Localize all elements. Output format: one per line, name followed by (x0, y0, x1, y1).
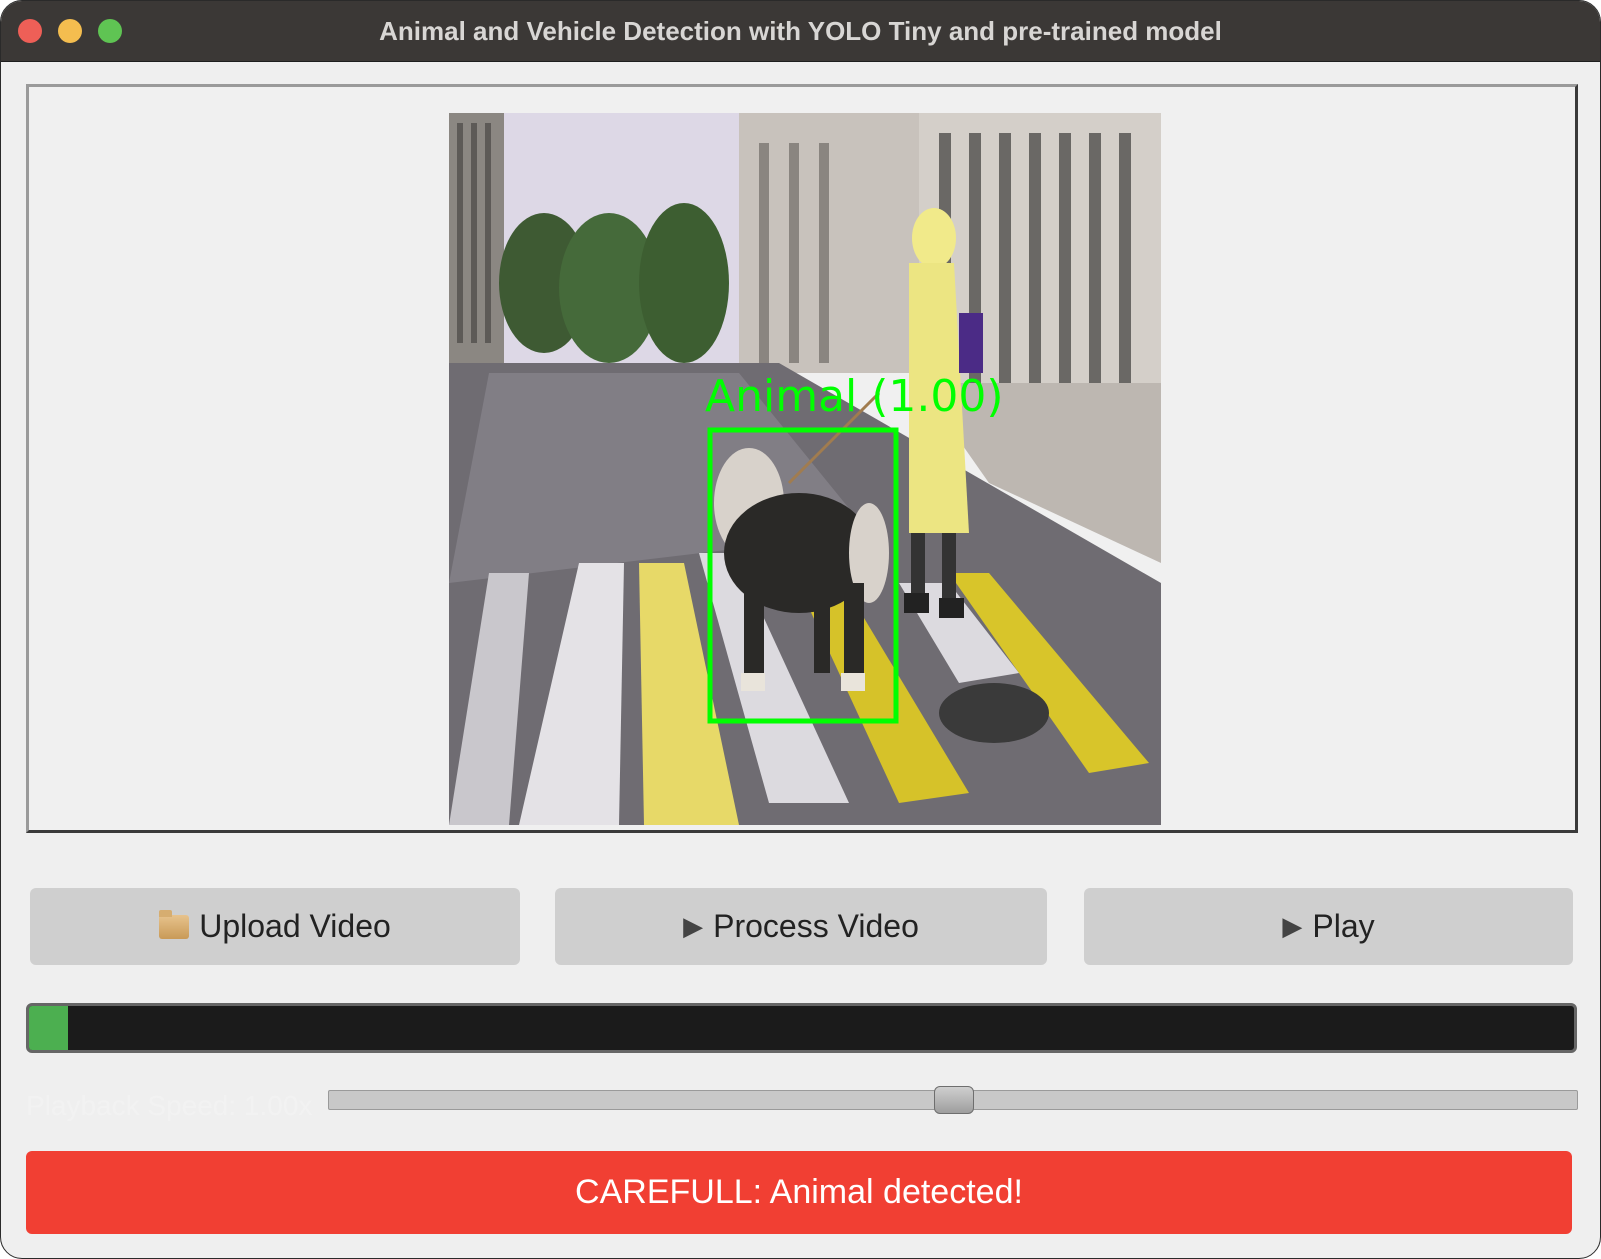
upload-video-label: Upload Video (199, 908, 391, 944)
slider-handle[interactable] (934, 1086, 974, 1114)
play-triangle-icon: ▶ (683, 911, 704, 941)
process-video-label: Process Video (713, 908, 919, 944)
folder-icon (159, 909, 190, 939)
street-scene-image: Animal (1.00) (449, 113, 1161, 825)
alert-text: CAREFULL: Animal detected! (575, 1173, 1023, 1211)
detection-alert-banner: CAREFULL: Animal detected! (26, 1151, 1572, 1234)
progress-fill (29, 1006, 68, 1050)
process-video-button[interactable]: ▶ Process Video (555, 888, 1047, 965)
play-label: Play (1312, 908, 1375, 944)
playback-speed-label: Playback Speed: 1.00x (26, 1090, 313, 1121)
detection-label: Animal (1.00) (705, 371, 1004, 422)
progress-bar (26, 1003, 1577, 1053)
title-bar: Animal and Vehicle Detection with YOLO T… (1, 1, 1600, 62)
video-frame-image: Animal (1.00) (449, 113, 1161, 825)
playback-speed-slider[interactable] (328, 1086, 1578, 1114)
window-title: Animal and Vehicle Detection with YOLO T… (379, 16, 1222, 46)
play-triangle-icon: ▶ (1282, 911, 1303, 941)
play-button[interactable]: ▶ Play (1084, 888, 1573, 965)
upload-video-button[interactable]: Upload Video (30, 888, 520, 965)
app-window: Animal and Vehicle Detection with YOLO T… (0, 0, 1601, 1259)
video-display-panel: Animal (1.00) (26, 84, 1578, 833)
